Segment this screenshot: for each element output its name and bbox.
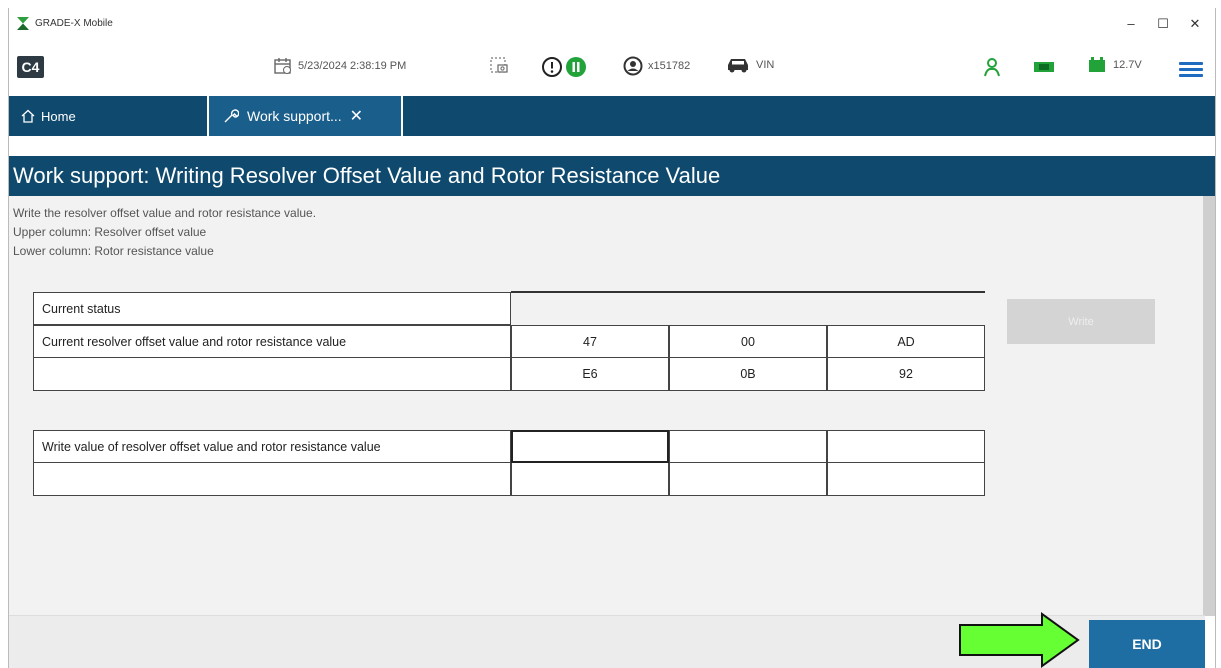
tab-home[interactable]: Home [9, 96, 207, 136]
current-status-value [511, 291, 985, 325]
write-value-input[interactable] [511, 430, 669, 463]
window-title: GRADE-X Mobile [35, 18, 113, 29]
battery-voltage: 12.7V [1113, 59, 1142, 71]
battery-icon [1089, 57, 1105, 72]
datetime-display: 5/23/2024 2:38:19 PM [273, 56, 406, 76]
current-value-cell: 00 [669, 325, 827, 358]
menu-icon[interactable] [1179, 62, 1203, 77]
pause-icon[interactable] [565, 56, 587, 78]
c4-logo: C4 [17, 56, 44, 78]
write-value-input[interactable] [827, 463, 985, 496]
content-area: Write the resolver offset value and roto… [9, 196, 1205, 668]
description: Write the resolver offset value and roto… [13, 204, 316, 261]
user-display: x151782 [623, 56, 690, 76]
write-value-input[interactable] [669, 463, 827, 496]
write-value-label: Write value of resolver offset value and… [33, 430, 511, 463]
tab-work-support[interactable]: Work support... ✕ [207, 96, 403, 136]
alert-icon[interactable] [541, 56, 563, 78]
toolbar: C4 5/23/2024 2:38:19 PM x151782 VIN 12.7… [9, 46, 1215, 90]
vertical-scrollbar[interactable] [1203, 196, 1215, 616]
title-bar: GRADE-X Mobile – ☐ ✕ [9, 8, 1215, 40]
car-icon [728, 59, 748, 73]
wrench-icon [224, 109, 239, 123]
home-icon [21, 109, 35, 123]
maximize-button[interactable]: ☐ [1149, 16, 1177, 32]
current-value-cell: 47 [511, 325, 669, 358]
write-value-label-blank [33, 463, 511, 496]
tab-bar: Home Work support... ✕ [9, 96, 1215, 136]
write-value-input[interactable] [511, 463, 669, 496]
current-value-label: Current resolver offset value and rotor … [33, 325, 511, 358]
page-title: Work support: Writing Resolver Offset Va… [9, 156, 1215, 196]
end-button[interactable]: END [1089, 620, 1205, 668]
close-window-button[interactable]: ✕ [1181, 16, 1209, 32]
write-value-input[interactable] [669, 430, 827, 463]
description-line: Lower column: Rotor resistance value [13, 244, 214, 258]
close-tab-icon[interactable]: ✕ [350, 106, 363, 126]
tab-home-label: Home [41, 108, 76, 124]
description-line: Upper column: Resolver offset value [13, 225, 207, 239]
current-value-label-blank [33, 358, 511, 391]
battery-display: 12.7V [1087, 56, 1142, 74]
screenshot-icon[interactable] [489, 56, 509, 76]
current-value-cell: AD [827, 325, 985, 358]
minimize-button[interactable]: – [1117, 16, 1145, 31]
green-arrow-pointer [959, 612, 1080, 668]
write-button[interactable]: Write [1007, 299, 1155, 344]
current-value-cell: 0B [669, 358, 827, 391]
vin-label: VIN [756, 59, 775, 71]
current-status-label: Current status [33, 292, 511, 325]
calendar-icon [274, 58, 291, 74]
current-value-cell: E6 [511, 358, 669, 391]
description-line: Write the resolver offset value and roto… [13, 206, 317, 220]
connection-status-icon[interactable] [981, 56, 1003, 78]
write-value-input[interactable] [827, 430, 985, 463]
user-icon [623, 56, 643, 76]
current-value-cell: 92 [827, 358, 985, 391]
tab-work-support-label: Work support... [247, 108, 342, 124]
vin-display[interactable]: VIN [725, 56, 774, 74]
app-window: GRADE-X Mobile – ☐ ✕ C4 5/23/2024 2:38:1… [8, 8, 1216, 668]
app-logo-icon [17, 17, 29, 30]
vci-device-icon[interactable] [1033, 59, 1055, 75]
user-id: x151782 [648, 60, 691, 72]
datetime-text: 5/23/2024 2:38:19 PM [298, 60, 407, 72]
